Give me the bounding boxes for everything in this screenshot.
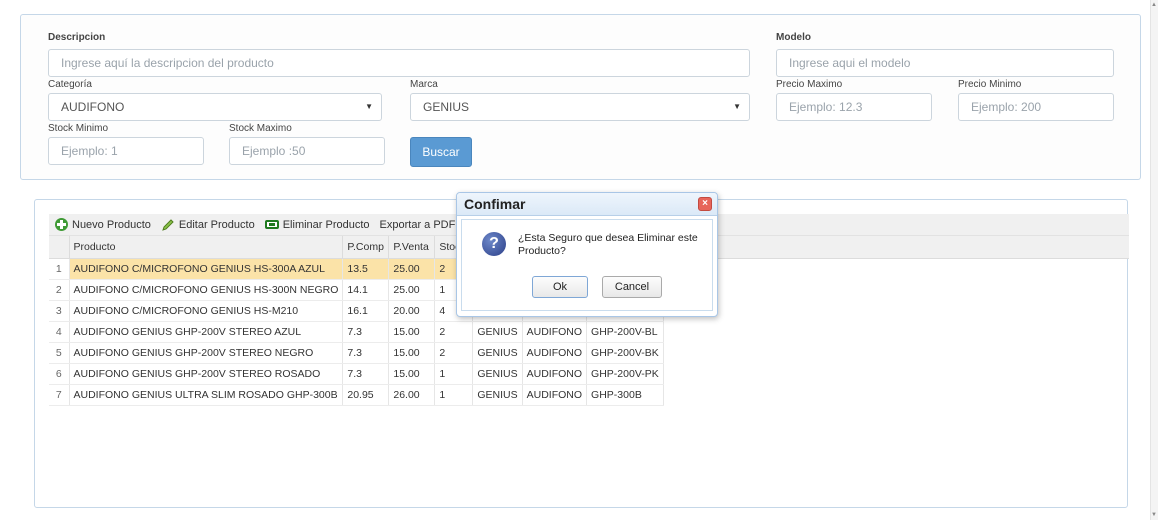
cell-categoria: AUDIFONO <box>522 342 588 364</box>
dialog-body: ? ¿Esta Seguro que desea Eliminar este P… <box>461 219 713 311</box>
cell-producto: AUDIFONO GENIUS GHP-200V STEREO NEGRO <box>69 342 344 364</box>
cell-modelo: GHP-200V-BK <box>586 342 664 364</box>
table-row[interactable]: 7 AUDIFONO GENIUS ULTRA SLIM ROSADO GHP-3… <box>49 384 664 406</box>
precio-min-input[interactable]: Ejemplo: 200 <box>958 93 1114 121</box>
cell-modelo: GHP-200V-BL <box>586 321 664 343</box>
table-row[interactable]: 5 AUDIFONO GENIUS GHP-200V STEREO NEGRO 7.… <box>49 342 664 364</box>
row-number: 3 <box>49 300 70 322</box>
cell-pcomp: 16.1 <box>342 300 390 322</box>
precio-max-label: Precio Maximo <box>776 79 843 90</box>
cell-stock: 2 <box>434 321 474 343</box>
categoria-label: Categoría <box>48 79 92 90</box>
cell-categoria: AUDIFONO <box>522 384 588 406</box>
cell-pcomp: 7.3 <box>342 321 390 343</box>
cell-categoria: AUDIFONO <box>522 363 588 385</box>
rownum-header <box>49 236 70 259</box>
stock-min-label: Stock Minimo <box>48 123 109 134</box>
row-number: 7 <box>49 384 70 406</box>
cell-marca: GENIUS <box>472 363 523 385</box>
ok-button[interactable]: Ok <box>532 276 588 298</box>
cell-categoria: AUDIFONO <box>522 321 588 343</box>
row-number: 6 <box>49 363 70 385</box>
cell-pventa: 25.00 <box>388 279 436 301</box>
modelo-label: Modelo <box>776 32 811 43</box>
search-panel: Descripcion Ingrese aquí la descripcion … <box>20 14 1141 180</box>
cell-pventa: 26.00 <box>388 384 436 406</box>
dialog-title: Confimar <box>464 196 526 212</box>
nuevo-producto-label: Nuevo Producto <box>72 218 151 231</box>
categoria-select[interactable]: AUDIFONO ▼ <box>48 93 382 121</box>
eliminar-producto-label: Eliminar Producto <box>282 218 370 231</box>
buscar-button[interactable]: Buscar <box>410 137 472 167</box>
delete-icon <box>264 220 279 229</box>
marca-label: Marca <box>410 79 438 90</box>
categoria-value: AUDIFONO <box>61 100 125 114</box>
chevron-down-icon: ▼ <box>733 102 741 111</box>
scroll-up-icon[interactable]: ▲ <box>1151 2 1157 8</box>
cell-pcomp: 20.95 <box>342 384 390 406</box>
scroll-down-icon[interactable]: ▼ <box>1151 512 1157 518</box>
editar-producto-label: Editar Producto <box>178 218 255 231</box>
cell-stock: 1 <box>434 363 474 385</box>
cell-producto: AUDIFONO C/MICROFONO GENIUS HS-M210 <box>69 300 344 322</box>
cell-pventa: 25.00 <box>388 258 436 280</box>
cell-marca: GENIUS <box>472 321 523 343</box>
confirm-dialog: Confimar × ? ¿Esta Seguro que desea Elim… <box>456 192 718 317</box>
stock-max-label: Stock Maximo <box>229 123 292 134</box>
cell-marca: GENIUS <box>472 342 523 364</box>
pencil-icon <box>162 218 174 231</box>
table-row[interactable]: 6 AUDIFONO GENIUS GHP-200V STEREO ROSADO 7… <box>49 363 664 385</box>
chevron-down-icon: ▼ <box>365 102 373 111</box>
cancel-button[interactable]: Cancel <box>602 276 662 298</box>
precio-max-input[interactable]: Ejemplo: 12.3 <box>776 93 932 121</box>
dialog-titlebar[interactable]: Confimar × <box>457 193 717 216</box>
descripcion-input[interactable]: Ingrese aquí la descripcion del producto <box>48 49 750 77</box>
row-number: 5 <box>49 342 70 364</box>
exportar-pdf-button[interactable]: Exportar a PDF <box>380 219 456 231</box>
cell-stock: 2 <box>434 342 474 364</box>
page-scrollbar[interactable]: ▲ ▼ <box>1150 0 1158 520</box>
col-producto-header[interactable]: Producto <box>69 236 344 259</box>
close-icon[interactable]: × <box>698 197 712 211</box>
question-icon: ? <box>482 232 506 256</box>
marca-value: GENIUS <box>423 100 470 114</box>
cell-pventa: 20.00 <box>388 300 436 322</box>
editar-producto-button[interactable]: Editar Producto <box>161 218 255 232</box>
col-pventa-header[interactable]: P.Venta <box>388 236 436 259</box>
col-pcomp-header[interactable]: P.Comp <box>342 236 390 259</box>
row-number: 1 <box>49 258 70 280</box>
cell-producto: AUDIFONO GENIUS GHP-200V STEREO ROSADO <box>69 363 344 385</box>
eliminar-producto-button[interactable]: Eliminar Producto <box>264 218 370 231</box>
row-number: 4 <box>49 321 70 343</box>
exportar-pdf-label: Exportar a PDF <box>379 218 456 231</box>
cell-producto: AUDIFONO GENIUS GHP-200V STEREO AZUL <box>69 321 344 343</box>
cell-modelo: GHP-200V-PK <box>586 363 664 385</box>
cell-pventa: 15.00 <box>388 321 436 343</box>
cell-modelo: GHP-300B <box>586 384 664 406</box>
cell-marca: GENIUS <box>472 384 523 406</box>
cell-pcomp: 13.5 <box>342 258 390 280</box>
table-row[interactable]: 4 AUDIFONO GENIUS GHP-200V STEREO AZUL 7.3… <box>49 321 664 343</box>
precio-min-label: Precio Minimo <box>958 79 1022 90</box>
cell-pventa: 15.00 <box>388 363 436 385</box>
cell-producto: AUDIFONO GENIUS ULTRA SLIM ROSADO GHP-30… <box>69 384 344 406</box>
cell-pcomp: 14.1 <box>342 279 390 301</box>
cell-stock: 1 <box>434 384 474 406</box>
cell-pcomp: 7.3 <box>342 363 390 385</box>
add-icon <box>55 218 68 231</box>
cell-pventa: 15.00 <box>388 342 436 364</box>
stock-max-input[interactable]: Ejemplo :50 <box>229 137 385 165</box>
cell-producto: AUDIFONO C/MICROFONO GENIUS HS-300A AZUL <box>69 258 344 280</box>
dialog-message: ¿Esta Seguro que desea Eliminar este Pro… <box>518 232 698 257</box>
cell-pcomp: 7.3 <box>342 342 390 364</box>
descripcion-label: Descripcion <box>48 32 106 43</box>
stock-min-input[interactable]: Ejemplo: 1 <box>48 137 204 165</box>
row-number: 2 <box>49 279 70 301</box>
cell-producto: AUDIFONO C/MICROFONO GENIUS HS-300N NEGR… <box>69 279 344 301</box>
nuevo-producto-button[interactable]: Nuevo Producto <box>55 218 151 231</box>
modelo-input[interactable]: Ingrese aqui el modelo <box>776 49 1114 77</box>
marca-select[interactable]: GENIUS ▼ <box>410 93 750 121</box>
